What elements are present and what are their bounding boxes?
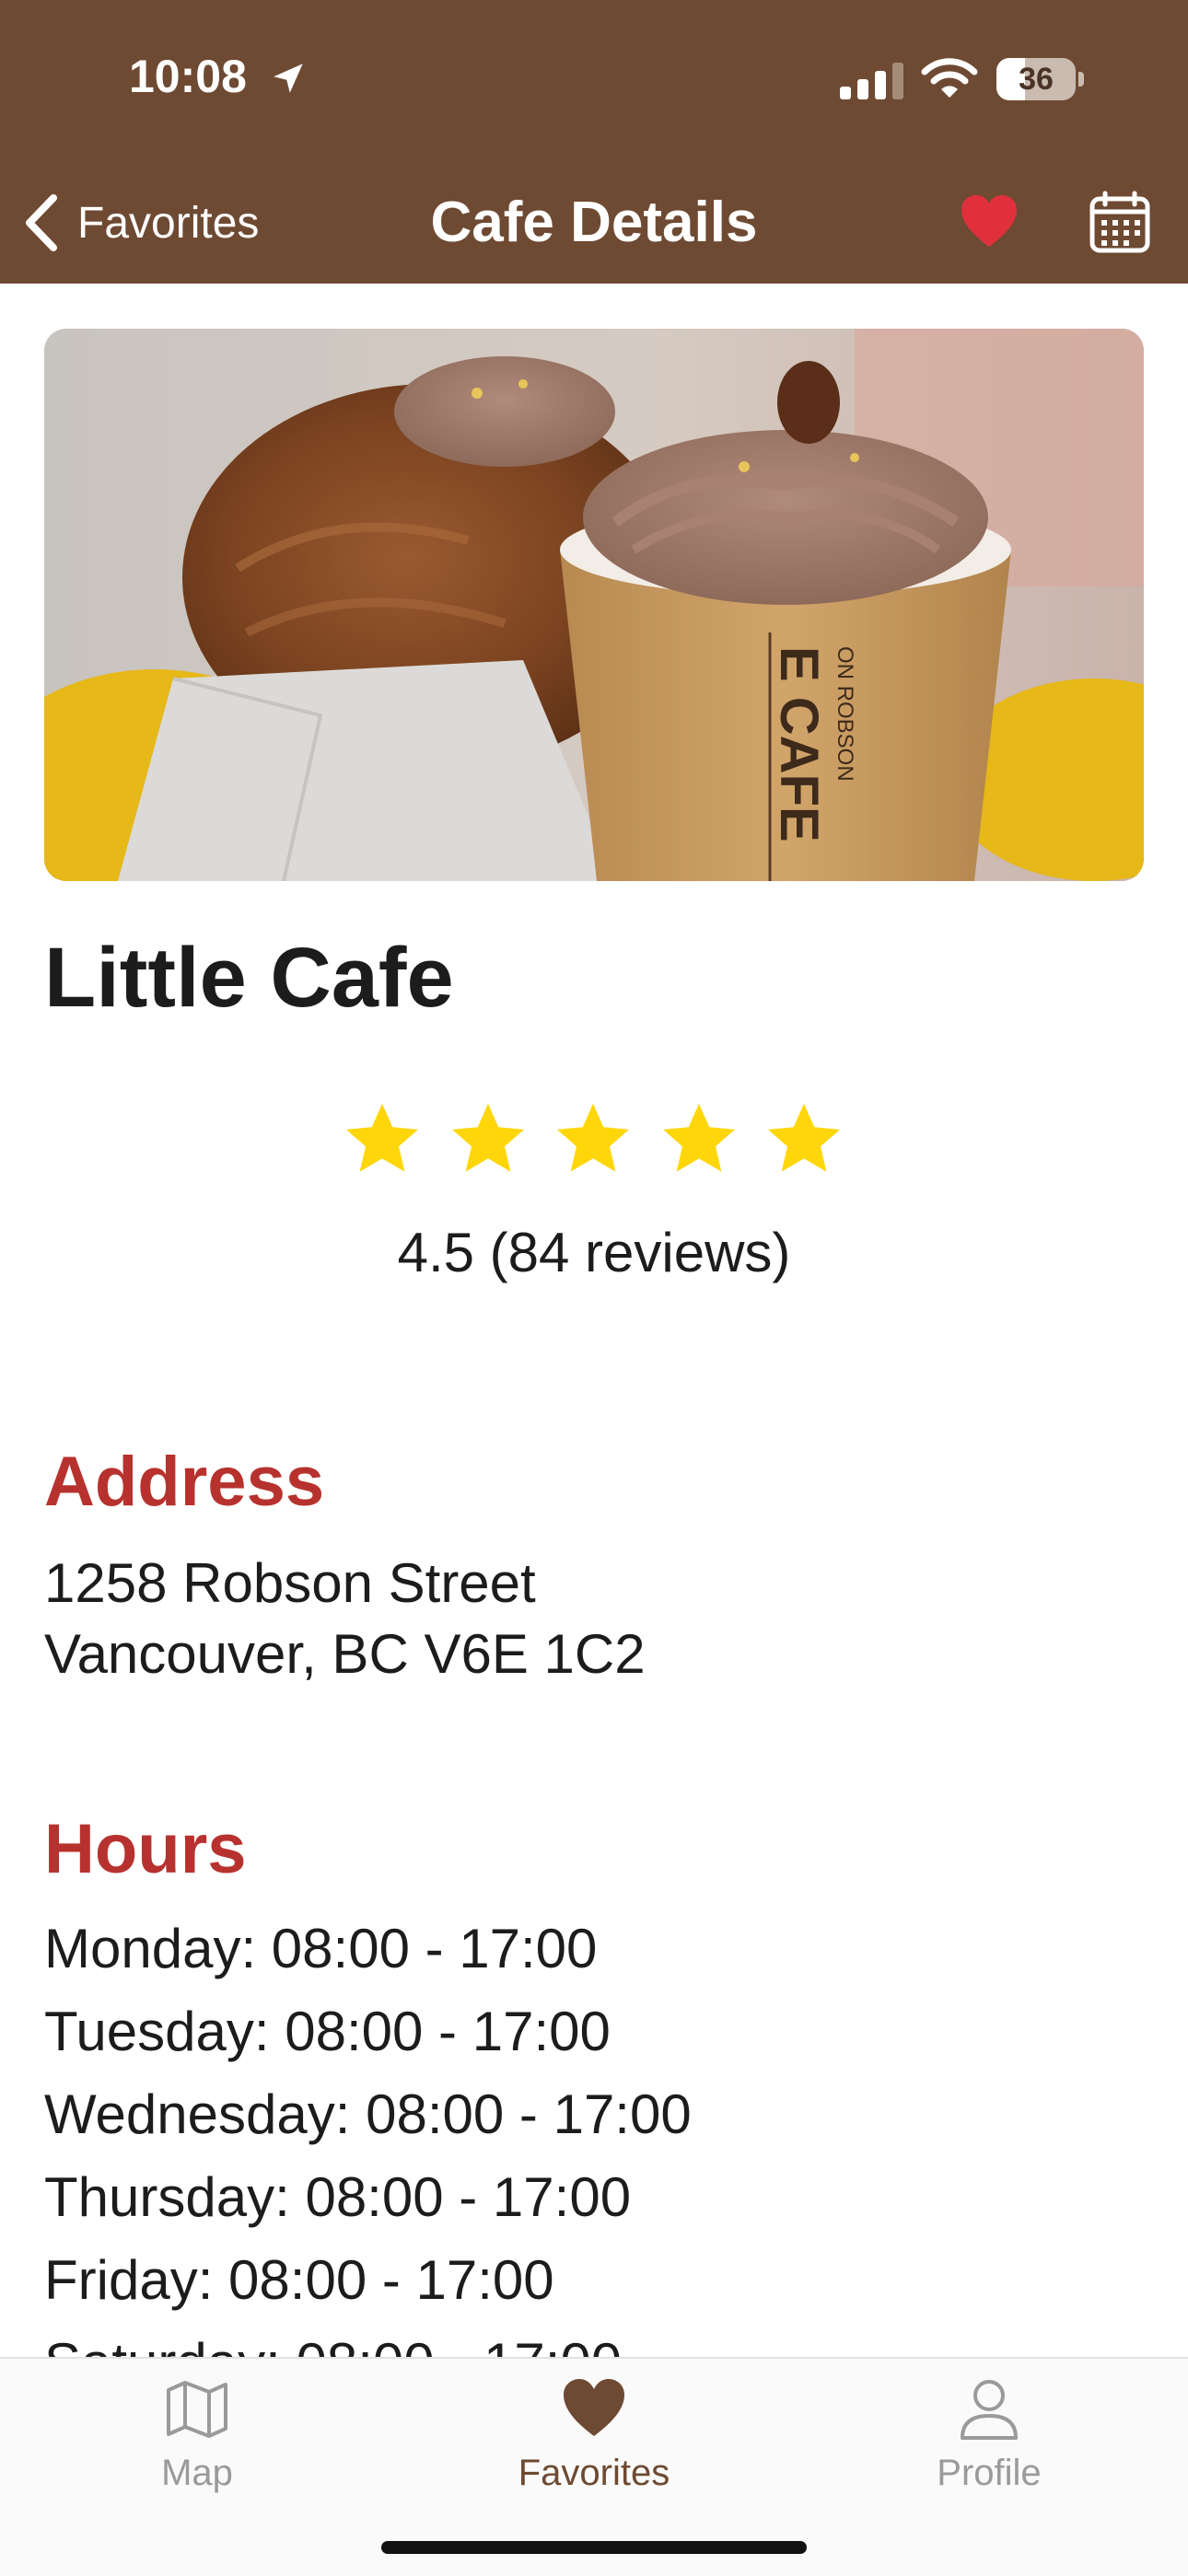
hours-monday: Monday: 08:00 - 17:00 xyxy=(44,1918,598,1979)
hours-thursday: Thursday: 08:00 - 17:00 xyxy=(44,2166,632,2228)
tab-profile-label: Profile xyxy=(937,2453,1042,2493)
star-icon xyxy=(451,1103,524,1172)
star-icon xyxy=(346,1103,418,1172)
app-header: 10:08 36 Favorites Cafe Details xyxy=(0,0,1188,284)
location-arrow-icon xyxy=(274,64,303,93)
address-line-1: 1258 Robson Street xyxy=(44,1552,536,1614)
cafe-name: Little Cafe xyxy=(44,931,454,1025)
cafe-photo: E CAFE ON ROBSON xyxy=(44,329,1144,881)
tab-map[interactable]: Map xyxy=(59,2375,335,2494)
cafe-photo-illustration: E CAFE ON ROBSON xyxy=(44,329,1144,881)
wifi-icon xyxy=(921,58,978,98)
hours-wednesday: Wednesday: 08:00 - 17:00 xyxy=(44,2083,692,2145)
tab-profile[interactable]: Profile xyxy=(851,2375,1127,2494)
cellular-signal-icon xyxy=(840,63,903,99)
status-time: 10:08 xyxy=(129,51,247,102)
person-icon xyxy=(961,2380,1018,2440)
battery-percent: 36 xyxy=(1019,62,1054,97)
rating-summary: 4.5 (84 reviews) xyxy=(397,1222,791,1283)
address-line-2: Vancouver, BC V6E 1C2 xyxy=(44,1623,646,1685)
tab-map-label: Map xyxy=(161,2453,233,2493)
cup-print: E CAFE xyxy=(769,646,829,842)
cup-print-small-text: ON ROBSON xyxy=(833,646,857,782)
hours-heading: Hours xyxy=(44,1810,247,1888)
cup-print-small: ON ROBSON xyxy=(833,646,857,782)
rating-stars xyxy=(341,1097,845,1180)
home-indicator xyxy=(381,2541,807,2554)
hours-tuesday: Tuesday: 08:00 - 17:00 xyxy=(44,2001,611,2062)
address-heading: Address xyxy=(44,1443,325,1521)
star-icon xyxy=(662,1103,735,1172)
battery-indicator: 36 xyxy=(996,58,1076,100)
calendar-icon[interactable] xyxy=(1087,190,1153,256)
star-icon xyxy=(557,1103,629,1172)
favorite-heart-icon[interactable] xyxy=(960,193,1019,250)
battery-nub xyxy=(1078,72,1084,87)
hours-friday: Friday: 08:00 - 17:00 xyxy=(44,2249,554,2311)
cup-print-text: E CAFE xyxy=(769,646,829,842)
tab-favorites-label: Favorites xyxy=(518,2453,670,2493)
map-icon xyxy=(167,2381,227,2438)
heart-icon xyxy=(564,2379,624,2436)
tab-favorites[interactable]: Favorites xyxy=(456,2375,732,2494)
star-icon xyxy=(768,1103,840,1172)
